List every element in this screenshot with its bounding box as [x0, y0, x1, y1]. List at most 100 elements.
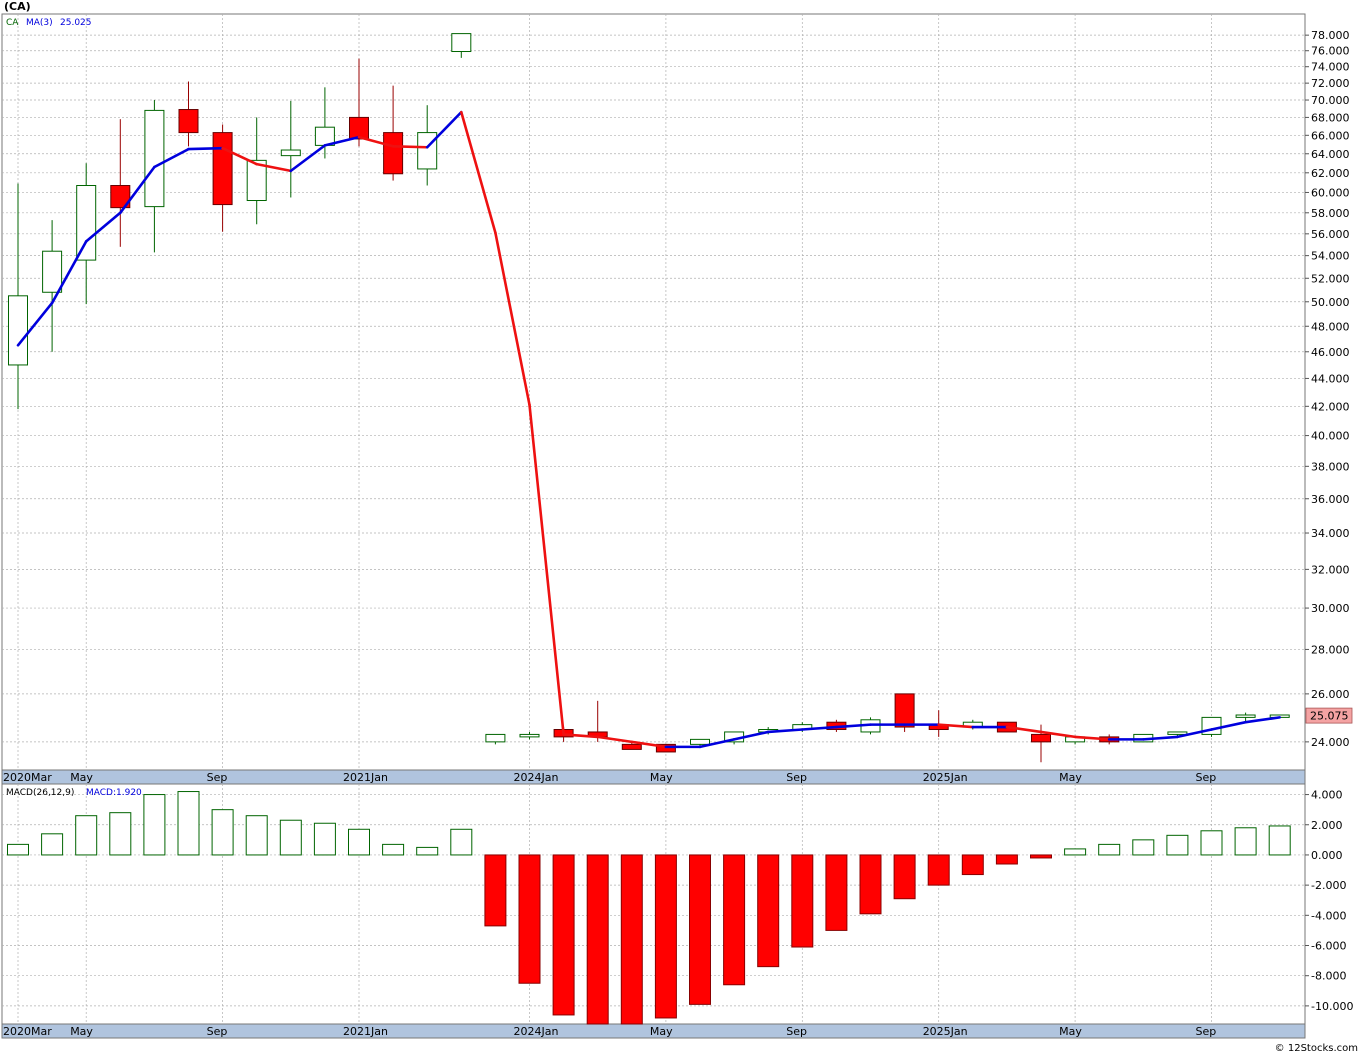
legend-ma-value: 25.025 — [60, 18, 92, 28]
price-tick-label: 28.000 — [1311, 643, 1350, 656]
macd-bar-positive — [7, 843, 29, 856]
macd-bar-positive — [1098, 843, 1121, 856]
price-tick-label: 50.000 — [1311, 296, 1350, 309]
macd-bar-negative — [995, 854, 1018, 865]
macd-x-axis-label: 2020Mar — [3, 1025, 52, 1038]
price-tick-label: 26.000 — [1311, 688, 1350, 701]
price-tick-label: 68.000 — [1311, 111, 1350, 124]
price-tick-label: 38.000 — [1311, 460, 1350, 473]
x-axis-label: May — [70, 771, 93, 784]
macd-bar-negative — [552, 854, 575, 1016]
price-tick-label: 74.000 — [1311, 61, 1350, 74]
x-axis-label: 2025Jan — [923, 771, 968, 784]
price-tick-label: 66.000 — [1311, 129, 1350, 142]
macd-tick-label: -2.000 — [1311, 879, 1346, 892]
macd-legend-label: MACD(26,12,9) — [6, 788, 74, 798]
chart-canvas: 78.000 76.000 74.000 72.000 70.000 68.000 66.0… — [1, 0, 1358, 1054]
macd-bar-negative — [689, 854, 711, 1005]
macd-bar-negative — [1030, 854, 1052, 859]
price-tick-label: 54.000 — [1311, 250, 1350, 263]
chart-title: (CA) — [4, 0, 31, 13]
price-tick-label: 72.000 — [1311, 77, 1350, 90]
macd-x-axis-label: 2024Jan — [514, 1025, 559, 1038]
macd-bar-positive — [1132, 839, 1155, 856]
macd-bar-positive — [279, 819, 302, 856]
macd-x-axis-label: May — [650, 1025, 673, 1038]
candle-down — [383, 132, 404, 175]
price-tick-label: 64.000 — [1311, 148, 1350, 161]
price-tick-label: 40.000 — [1311, 430, 1350, 443]
macd-bar-positive — [1064, 848, 1087, 856]
macd-x-axis-label: May — [70, 1025, 93, 1038]
macd-bar-negative — [654, 854, 677, 1019]
last-price-label: 25.075 — [1310, 710, 1349, 723]
macd-tick-label: -8.000 — [1311, 970, 1346, 983]
macd-bar-negative — [893, 854, 916, 900]
x-axis-label: 2024Jan — [514, 771, 559, 784]
macd-bar-negative — [723, 854, 746, 986]
macd-x-axis-label: 2025Jan — [923, 1025, 968, 1038]
macd-bar-positive — [75, 815, 98, 856]
candle-up — [76, 185, 97, 261]
candle-down — [894, 693, 915, 728]
macd-y-axis: 4.000 2.000 0.000 -2.000 -4.000 -6.000 -8.000 -… — [1305, 789, 1353, 1013]
candle-down — [212, 132, 233, 206]
x-axis-label: May — [1059, 771, 1082, 784]
price-tick-label: 42.000 — [1311, 400, 1350, 413]
legend-symbol: CA — [6, 18, 19, 28]
candle-down — [621, 743, 642, 750]
macd-bar-positive — [41, 833, 64, 856]
macd-bar-positive — [348, 828, 370, 856]
macd-x-axis-label: Sep — [1196, 1025, 1217, 1038]
price-tick-label: 78.000 — [1311, 29, 1350, 42]
stock-chart: 78.000 76.000 74.000 72.000 70.000 68.000 66.0… — [0, 0, 1360, 1056]
macd-tick-label: 2.000 — [1311, 819, 1343, 832]
macd-x-axis-label: May — [1059, 1025, 1082, 1038]
macd-x-axis-label: 2021Jan — [343, 1025, 388, 1038]
macd-bar-positive — [382, 843, 405, 856]
macd-bar-positive — [1200, 830, 1223, 856]
price-tick-label: 36.000 — [1311, 493, 1350, 506]
macd-x-axis-label: Sep — [207, 1025, 228, 1038]
macd-tick-label: 4.000 — [1311, 789, 1343, 802]
macd-bar-positive — [245, 815, 268, 856]
price-tick-label: 32.000 — [1311, 563, 1350, 576]
macd-x-axis-label: Sep — [786, 1025, 807, 1038]
candle-up — [451, 33, 472, 53]
candle-up — [8, 295, 28, 366]
candle-up — [144, 109, 165, 208]
macd-bar-positive — [1234, 827, 1257, 856]
candle-down — [1031, 733, 1051, 743]
price-tick-label: 52.000 — [1311, 272, 1350, 285]
x-axis-label: Sep — [1196, 771, 1217, 784]
price-tick-label: 70.000 — [1311, 94, 1350, 107]
macd-tick-label: 0.000 — [1311, 849, 1343, 862]
macd-bar-negative — [859, 854, 882, 915]
macd-bar-positive — [313, 822, 336, 856]
candle-up — [280, 149, 301, 157]
macd-tick-label: -4.000 — [1311, 909, 1346, 922]
macd-bar-negative — [757, 854, 780, 968]
x-axis-label: May — [650, 771, 673, 784]
macd-bar-negative — [620, 854, 643, 1025]
price-tick-label: 44.000 — [1311, 372, 1350, 385]
x-axis-label: Sep — [207, 771, 228, 784]
candle-down — [178, 109, 199, 134]
legend-ma-label: MA(3) — [26, 18, 53, 28]
macd-bar-positive — [416, 846, 439, 856]
macd-bar-positive — [1166, 834, 1189, 856]
ma3-segment — [187, 146, 224, 151]
candle-up — [690, 738, 710, 745]
candle-up — [1235, 714, 1256, 718]
macd-bar-positive — [211, 809, 234, 856]
candle-up — [519, 733, 540, 738]
macd-bar-negative — [586, 854, 609, 1025]
price-tick-label: 46.000 — [1311, 346, 1350, 359]
macd-bar-negative — [484, 854, 507, 927]
macd-tick-label: -6.000 — [1311, 940, 1346, 953]
x-axis-label: 2020Mar — [3, 771, 52, 784]
macd-bar-negative — [518, 854, 541, 984]
macd-bar-positive — [143, 794, 166, 856]
candle-up — [417, 132, 438, 170]
macd-bar-negative — [825, 854, 848, 931]
